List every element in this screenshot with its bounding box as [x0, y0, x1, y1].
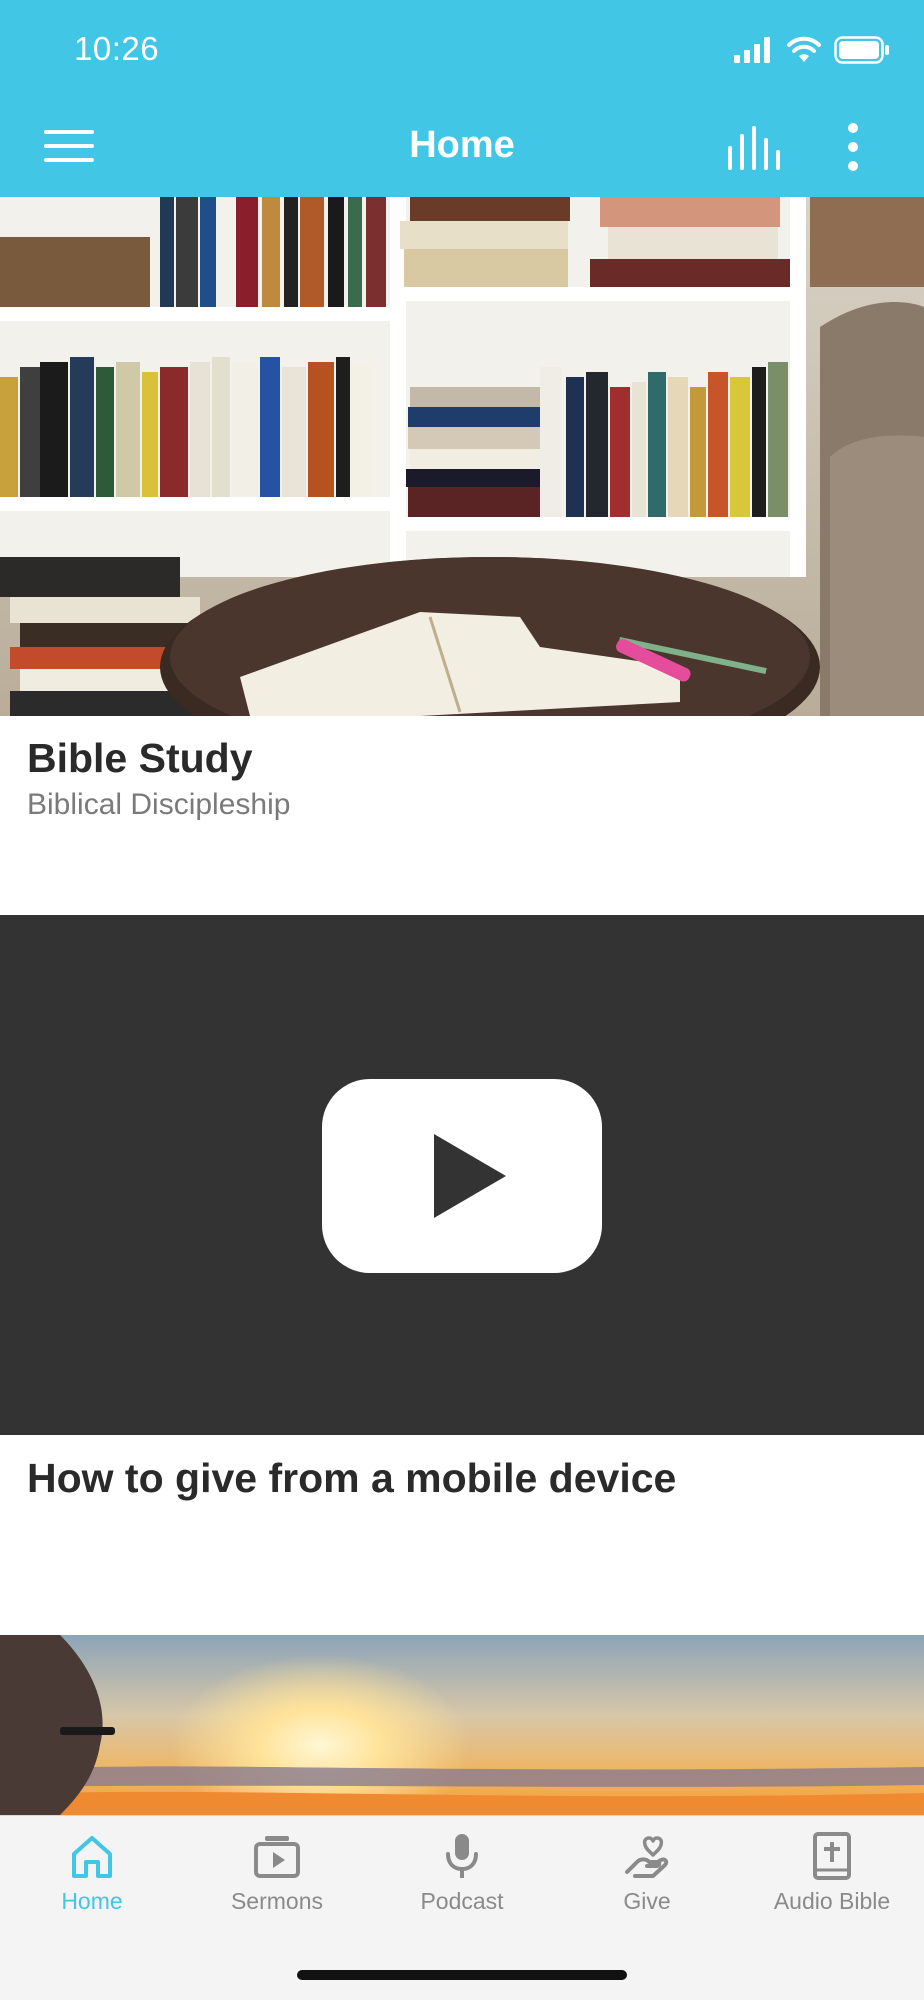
tab-sermons[interactable]: Sermons: [185, 1832, 369, 1915]
tab-label: Audio Bible: [773, 1888, 891, 1914]
page-title: Home: [409, 124, 515, 166]
status-icons: [734, 36, 890, 64]
tab-label: Sermons: [230, 1888, 324, 1914]
card-subtitle: Biblical Discipleship: [27, 788, 291, 821]
video-player-icon: [254, 1836, 300, 1878]
audio-bars-icon[interactable]: [728, 126, 782, 170]
home-indicator: [297, 1970, 627, 1980]
signal-icon: [734, 37, 770, 63]
tab-podcast[interactable]: Podcast: [370, 1832, 554, 1915]
tab-label: Give: [623, 1888, 671, 1914]
wifi-icon: [787, 36, 821, 62]
bible-icon: [813, 1832, 851, 1880]
tab-label: Home: [61, 1888, 123, 1914]
giving-hand-heart-icon: [625, 1836, 669, 1878]
tab-home[interactable]: Home: [0, 1832, 184, 1915]
microphone-icon: [446, 1834, 478, 1878]
bible-study-image[interactable]: [0, 197, 924, 716]
home-icon: [72, 1836, 112, 1878]
tab-label: Podcast: [420, 1888, 504, 1914]
video-thumbnail[interactable]: [0, 915, 924, 1435]
sunset-image[interactable]: [0, 1635, 924, 1815]
app-header: 10:26 Home: [0, 0, 924, 197]
card-title: Bible Study: [27, 735, 253, 781]
more-options-icon[interactable]: [838, 122, 868, 172]
card-title: How to give from a mobile device: [27, 1455, 677, 1501]
battery-icon: [834, 36, 889, 64]
bible-study-text[interactable]: Bible Study Biblical Discipleship: [27, 735, 290, 822]
video-card-text[interactable]: How to give from a mobile device: [27, 1455, 676, 1502]
tab-give[interactable]: Give: [555, 1832, 739, 1915]
youtube-play-icon[interactable]: [322, 1079, 602, 1273]
status-time: 10:26: [74, 30, 160, 67]
tab-audio-bible[interactable]: Audio Bible: [740, 1832, 924, 1915]
